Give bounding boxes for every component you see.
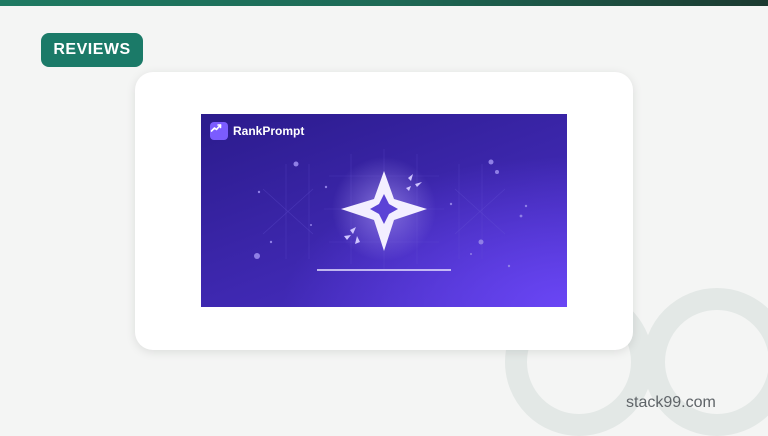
banner-artwork: [254, 149, 528, 271]
reviews-badge: REVIEWS: [41, 33, 143, 67]
trend-chart-icon: [210, 122, 228, 140]
brand-name: RankPrompt: [233, 124, 305, 138]
site-domain: stack99.com: [626, 394, 716, 411]
brand-logo: RankPrompt: [210, 122, 304, 140]
rankprompt-banner: RankPrompt: [201, 114, 567, 307]
decorative-ring-right: [643, 288, 768, 436]
top-accent-bar: [0, 0, 768, 6]
